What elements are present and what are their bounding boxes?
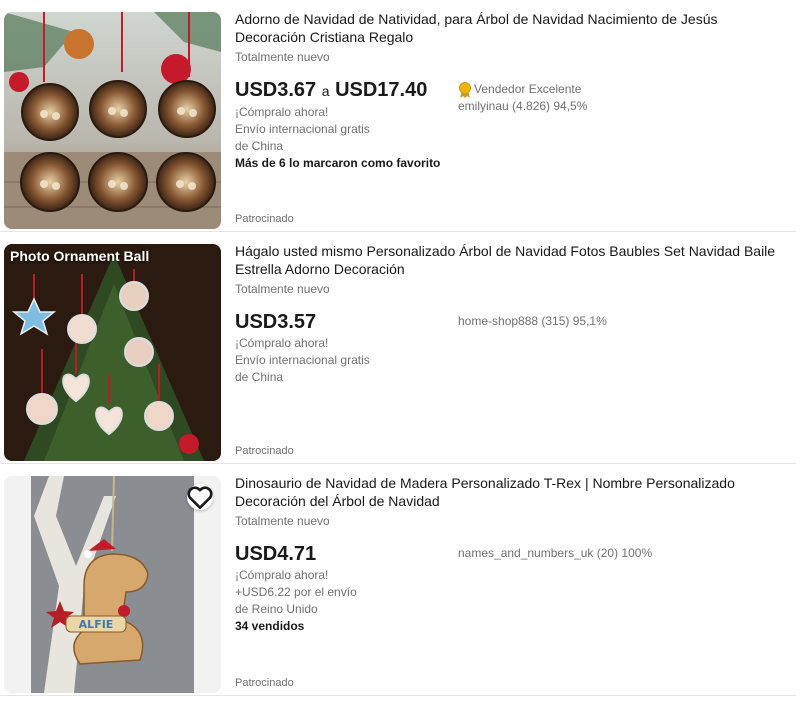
listing-info: Adorno de Navidad de Natividad, para Árb… (235, 10, 790, 231)
price-low: USD3.67 (235, 79, 317, 101)
listing-price: USD4.71 (235, 543, 317, 565)
favorite-button[interactable] (187, 484, 213, 510)
listing-price: USD3.67 a USD17.40 (235, 77, 450, 104)
listing-item[interactable]: ALFIE Dinosaurio de Navidad de Madera Pe… (0, 464, 796, 696)
listing-title[interactable]: Dinosaurio de Navidad de Madera Personal… (235, 474, 790, 510)
medal-icon (459, 81, 471, 98)
price-range-separator: a (321, 83, 330, 99)
name-tag-text: ALFIE (79, 618, 114, 631)
shipping-line-2: de China (235, 139, 284, 153)
sponsored-label: Patrocinado (235, 445, 294, 457)
listing-condition: Totalmente nuevo (235, 50, 330, 64)
image-caption: Photo Ornament Ball (10, 248, 150, 264)
watchers-count: Más de 6 lo marcaron como favorito (235, 156, 441, 170)
shipping-line-2: de China (235, 370, 284, 384)
listing-image[interactable]: ALFIE (4, 476, 221, 693)
listing-item[interactable]: Adorno de Navidad de Natividad, para Árb… (0, 0, 796, 232)
search-results-list: Adorno de Navidad de Natividad, para Árb… (0, 0, 800, 702)
listing-image[interactable]: Photo Ornament Ball (4, 244, 221, 461)
listing-condition: Totalmente nuevo (235, 282, 330, 296)
buy-now-label: ¡Cómpralo ahora! (235, 105, 329, 119)
listing-image[interactable] (4, 12, 221, 229)
listing-condition: Totalmente nuevo (235, 514, 330, 528)
seller-info[interactable]: names_and_numbers_uk (20) 100% (458, 545, 788, 562)
sponsored-label: Patrocinado (235, 677, 294, 689)
heart-icon (187, 485, 213, 509)
seller-info[interactable]: home-shop888 (315) 95,1% (458, 313, 788, 330)
listing-item[interactable]: Photo Ornament Ball Hágalo usted mismo P… (0, 232, 796, 464)
listing-info: Dinosaurio de Navidad de Madera Personal… (235, 474, 790, 695)
listing-price: USD3.57 (235, 311, 317, 333)
listing-title[interactable]: Hágalo usted mismo Personalizado Árbol d… (235, 242, 790, 278)
nativity-ornaments-image (4, 12, 221, 229)
seller-info[interactable]: emilyinau (4.826) 94,5% (458, 98, 788, 115)
buy-now-label: ¡Cómpralo ahora! (235, 336, 329, 350)
sponsored-label: Patrocinado (235, 213, 294, 225)
shipping-line-2: de Reino Unido (235, 602, 318, 616)
listing-title[interactable]: Adorno de Navidad de Natividad, para Árb… (235, 10, 790, 46)
top-rated-label: Vendedor Excelente (474, 82, 582, 96)
sold-count: 34 vendidos (235, 619, 305, 633)
top-rated-badge: Vendedor Excelente (458, 81, 788, 98)
price-high: USD17.40 (335, 79, 428, 101)
shipping-line-1: +USD6.22 por el envío (235, 585, 357, 599)
shipping-line-1: Envío internacional gratis (235, 122, 370, 136)
listing-info: Hágalo usted mismo Personalizado Árbol d… (235, 242, 790, 463)
buy-now-label: ¡Cómpralo ahora! (235, 568, 329, 582)
photo-ornament-tree-image (4, 244, 221, 461)
shipping-line-1: Envío internacional gratis (235, 353, 370, 367)
